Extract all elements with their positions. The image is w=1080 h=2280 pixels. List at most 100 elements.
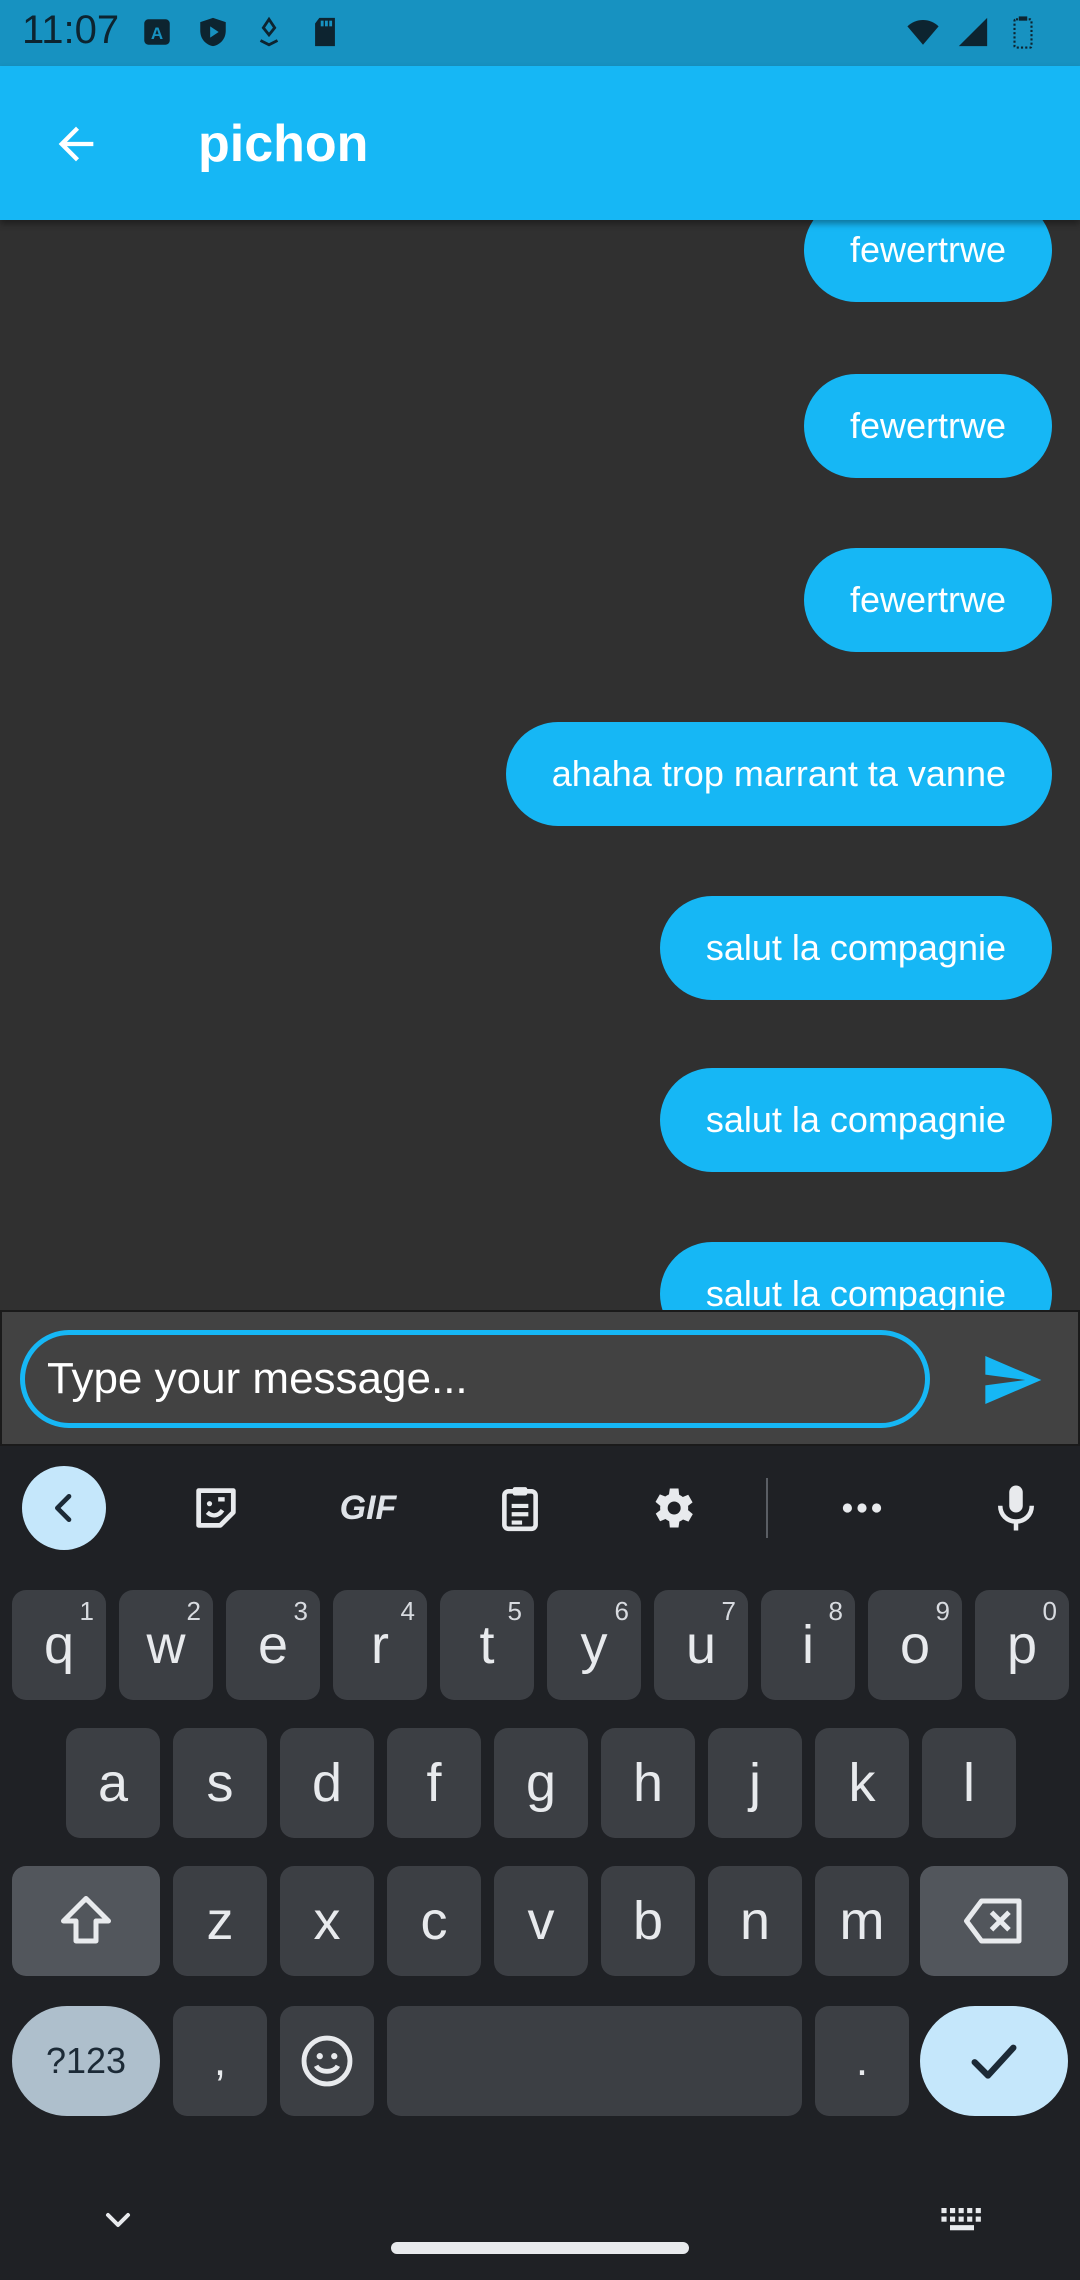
key-label: u xyxy=(685,1615,717,1675)
battery-icon xyxy=(1013,16,1033,49)
toolbar-collapse-button[interactable] xyxy=(22,1466,106,1550)
message-input[interactable]: Type your message... xyxy=(20,1330,930,1428)
key-label: r xyxy=(371,1615,389,1675)
message-bubble[interactable]: fewertrwe xyxy=(803,374,1052,478)
svg-text:A: A xyxy=(151,24,163,43)
key-hint: 9 xyxy=(935,1596,950,1626)
emoji-key[interactable] xyxy=(280,2006,374,2116)
microphone-icon xyxy=(998,1485,1034,1531)
key-d[interactable]: d xyxy=(280,1728,374,1838)
gif-label: GIF xyxy=(339,1488,397,1527)
clipboard-icon xyxy=(502,1487,538,1532)
key-u[interactable]: u7 xyxy=(654,1590,748,1700)
sticker-button[interactable] xyxy=(174,1466,258,1550)
keyboard-switch-button[interactable] xyxy=(930,2188,994,2252)
toolbar-divider xyxy=(766,1478,768,1538)
chevron-down-icon xyxy=(106,2213,130,2227)
checkmark-icon xyxy=(971,2044,1017,2079)
key-j[interactable]: j xyxy=(708,1728,802,1838)
comma-key[interactable]: , xyxy=(173,2006,267,2116)
send-button[interactable] xyxy=(974,1342,1050,1418)
clipboard-button[interactable] xyxy=(478,1466,562,1550)
status-bar: 11:07 A xyxy=(0,0,1080,66)
backspace-key[interactable] xyxy=(920,1866,1068,1976)
key-label: o xyxy=(899,1615,931,1675)
key-v[interactable]: v xyxy=(494,1866,588,1976)
message-bubble[interactable]: salut la compagnie xyxy=(659,1068,1052,1172)
period-key[interactable]: . xyxy=(815,2006,909,2116)
gif-button[interactable]: GIF xyxy=(326,1466,410,1550)
voice-input-button[interactable] xyxy=(974,1466,1058,1550)
message-bubble[interactable]: salut la compagnie xyxy=(659,1242,1052,1310)
key-p[interactable]: p0 xyxy=(975,1590,1069,1700)
hide-keyboard-button[interactable] xyxy=(86,2188,150,2252)
key-label: i xyxy=(802,1615,814,1675)
key-h[interactable]: h xyxy=(601,1728,695,1838)
key-hint: 5 xyxy=(507,1596,522,1626)
settings-button[interactable] xyxy=(630,1466,714,1550)
sticker-icon xyxy=(196,1488,236,1528)
key-label: p xyxy=(1006,1615,1038,1675)
key-a[interactable]: a xyxy=(66,1728,160,1838)
back-button[interactable] xyxy=(38,106,114,182)
key-label: y xyxy=(580,1615,608,1675)
status-notification-icons: A xyxy=(140,14,342,50)
message-bubble[interactable]: fewertrwe xyxy=(803,220,1052,302)
key-hint: 2 xyxy=(186,1596,201,1626)
key-l[interactable]: l xyxy=(922,1728,1016,1838)
key-w[interactable]: w2 xyxy=(119,1590,213,1700)
status-system-icons xyxy=(906,14,1040,50)
message-bubble[interactable]: salut la compagnie xyxy=(659,896,1052,1000)
enter-key[interactable] xyxy=(920,2006,1068,2116)
keyboard-toolbar: GIF xyxy=(0,1446,1080,1570)
key-y[interactable]: y6 xyxy=(547,1590,641,1700)
key-hint: 3 xyxy=(293,1596,308,1626)
key-i[interactable]: i8 xyxy=(761,1590,855,1700)
wifi-icon xyxy=(907,19,939,45)
key-s[interactable]: s xyxy=(173,1728,267,1838)
key-q[interactable]: q1 xyxy=(12,1590,106,1700)
key-hint: 4 xyxy=(400,1596,415,1626)
keyboard-nav-bar xyxy=(0,2170,1080,2280)
key-x[interactable]: x xyxy=(280,1866,374,1976)
signal-icon xyxy=(958,17,988,47)
key-b[interactable]: b xyxy=(601,1866,695,1976)
key-hint: 7 xyxy=(721,1596,736,1626)
more-options-button[interactable] xyxy=(820,1466,904,1550)
keyboard-icon xyxy=(941,2208,981,2231)
arrow-back-icon xyxy=(58,126,94,162)
key-e[interactable]: e3 xyxy=(226,1590,320,1700)
message-bubble[interactable]: ahaha trop marrant ta vanne xyxy=(505,722,1052,826)
app-a-icon: A xyxy=(144,19,170,45)
key-m[interactable]: m xyxy=(815,1866,909,1976)
key-o[interactable]: o9 xyxy=(868,1590,962,1700)
space-key[interactable] xyxy=(387,2006,802,2116)
key-hint: 6 xyxy=(614,1596,629,1626)
key-label: q xyxy=(43,1615,75,1675)
symbols-key[interactable]: ?123 xyxy=(12,2006,160,2116)
home-indicator[interactable] xyxy=(391,2242,689,2254)
emoji-icon xyxy=(301,2035,353,2087)
message-list[interactable]: fewertrwe fewertrwe fewertrwe ahaha trop… xyxy=(0,220,1080,1310)
key-n[interactable]: n xyxy=(708,1866,802,1976)
key-t[interactable]: t5 xyxy=(440,1590,534,1700)
send-icon xyxy=(985,1356,1042,1404)
shift-key[interactable] xyxy=(12,1866,160,1976)
chevron-left-icon xyxy=(55,1494,72,1522)
app-bar: pichon xyxy=(0,66,1080,220)
key-k[interactable]: k xyxy=(815,1728,909,1838)
key-label: t xyxy=(479,1615,495,1675)
message-input-placeholder: Type your message... xyxy=(47,1354,468,1403)
key-z[interactable]: z xyxy=(173,1866,267,1976)
status-time: 11:07 xyxy=(22,8,120,52)
key-c[interactable]: c xyxy=(387,1866,481,1976)
key-hint: 1 xyxy=(79,1596,94,1626)
key-label: w xyxy=(146,1615,186,1675)
location-pin-icon xyxy=(259,16,279,47)
message-bubble[interactable]: fewertrwe xyxy=(803,548,1052,652)
key-r[interactable]: r4 xyxy=(333,1590,427,1700)
key-f[interactable]: f xyxy=(387,1728,481,1838)
key-g[interactable]: g xyxy=(494,1728,588,1838)
shield-play-icon xyxy=(200,17,226,47)
more-horiz-icon xyxy=(842,1503,882,1513)
